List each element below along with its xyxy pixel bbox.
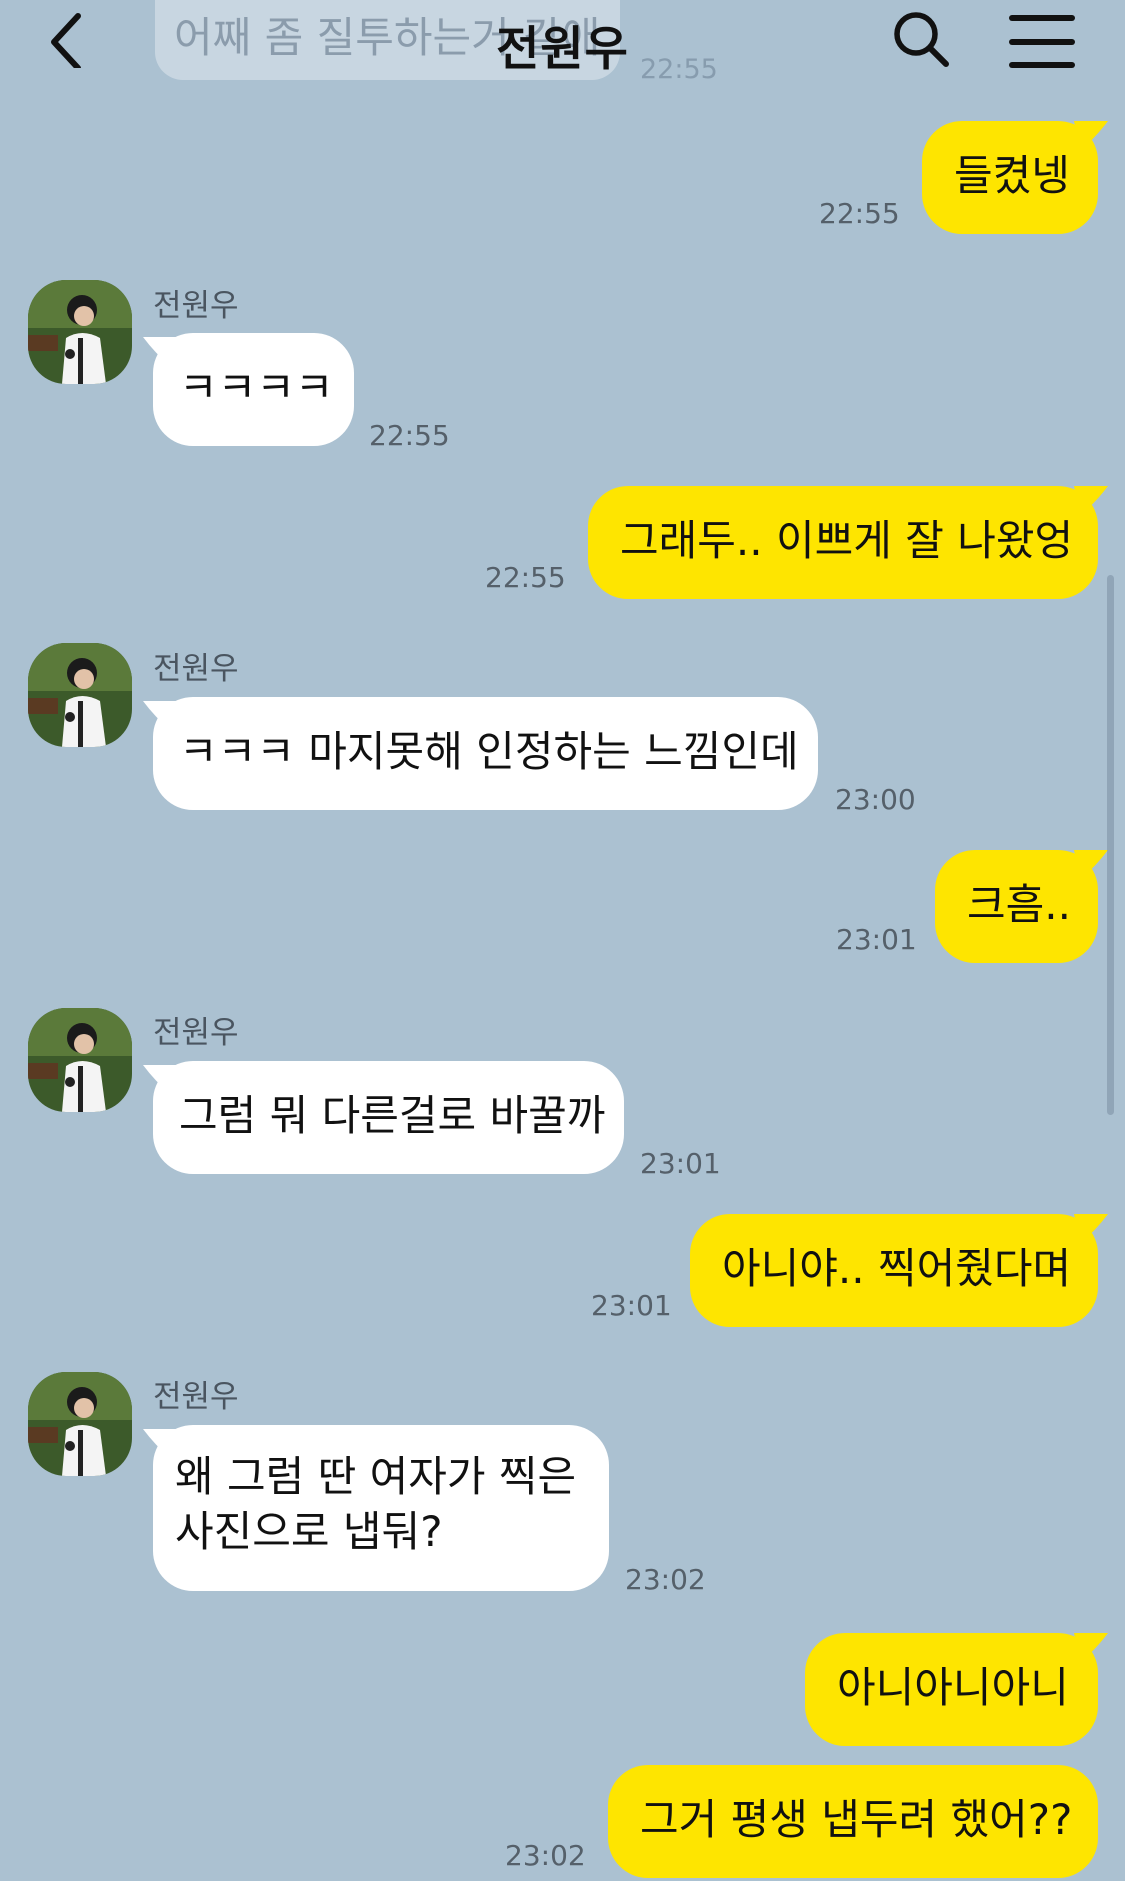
message-time: 22:55 [369, 419, 450, 452]
chat-header: 어째 좀 질투하는거 같애 22:55 전원우 [0, 0, 1125, 100]
scrollbar[interactable] [1107, 575, 1114, 1115]
other-message-bubble[interactable]: ㅋㅋㅋ 마지못해 인정하는 느낌인데 [153, 697, 818, 810]
profile-avatar[interactable] [28, 1008, 132, 1112]
message-text: ㅋㅋㅋㅋ [179, 363, 334, 412]
profile-avatar[interactable] [28, 643, 132, 747]
message-time: 23:00 [835, 783, 916, 816]
bubble-tail [143, 337, 177, 367]
menu-button[interactable] [1008, 8, 1076, 68]
message-time: 23:02 [505, 1839, 586, 1872]
my-message-bubble[interactable]: 아니아니아니 [805, 1633, 1098, 1746]
bubble-tail [143, 1065, 177, 1095]
message-text: 아니아니아니 [837, 1663, 1069, 1712]
message-text: 들켰넹 [954, 151, 1070, 200]
sender-name: 전원우 [153, 1379, 239, 1415]
message-text: ㅋㅋㅋ 마지못해 인정하는 느낌인데 [179, 727, 799, 776]
sender-name: 전원우 [153, 1015, 239, 1051]
bubble-tail [143, 1429, 177, 1459]
bubble-tail [143, 701, 177, 731]
bubble-tail [1074, 121, 1108, 151]
message-text: 그럼 뭐 다른걸로 바꿀까 [179, 1091, 606, 1140]
sender-name: 전원우 [153, 651, 239, 687]
my-message-bubble[interactable]: 아니야.. 찍어줬다며 [690, 1214, 1098, 1327]
search-icon [894, 12, 949, 67]
my-message-bubble[interactable]: 그래두.. 이쁘게 잘 나왔엉 [588, 486, 1098, 599]
message-text: 그래두.. 이쁘게 잘 나왔엉 [620, 516, 1074, 565]
bubble-tail [1074, 486, 1108, 516]
bubble-tail [1074, 850, 1108, 880]
message-time: 23:02 [625, 1563, 706, 1596]
other-message-bubble[interactable]: 왜 그럼 딴 여자가 찍은 사진으로 냅둬? [153, 1425, 609, 1591]
search-button[interactable] [890, 6, 954, 70]
message-time: 23:01 [640, 1147, 721, 1180]
chat-title: 전원우 [496, 22, 629, 77]
message-time: 22:55 [485, 561, 566, 594]
my-message-bubble[interactable]: 들켰넹 [922, 121, 1098, 234]
message-text: 크흠.. [967, 880, 1071, 929]
message-text: 왜 그럼 딴 여자가 찍은 사진으로 냅둬? [175, 1452, 577, 1556]
my-message-bubble[interactable]: 그거 평생 냅두려 했어?? [608, 1765, 1098, 1878]
other-message-bubble[interactable]: 그럼 뭐 다른걸로 바꿀까 [153, 1061, 624, 1174]
profile-avatar[interactable] [28, 1372, 132, 1476]
bubble-tail [1074, 1214, 1108, 1244]
message-text: 그거 평생 냅두려 했어?? [640, 1795, 1073, 1844]
menu-icon [1009, 15, 1075, 68]
message-time: 23:01 [591, 1289, 672, 1322]
sender-name: 전원우 [153, 288, 239, 324]
message-time: 22:55 [819, 197, 900, 230]
message-text: 아니야.. 찍어줬다며 [722, 1244, 1072, 1293]
profile-avatar[interactable] [28, 280, 132, 384]
bubble-tail [1074, 1633, 1108, 1663]
other-message-bubble[interactable]: ㅋㅋㅋㅋ [153, 333, 354, 446]
message-time: 23:01 [836, 923, 917, 956]
